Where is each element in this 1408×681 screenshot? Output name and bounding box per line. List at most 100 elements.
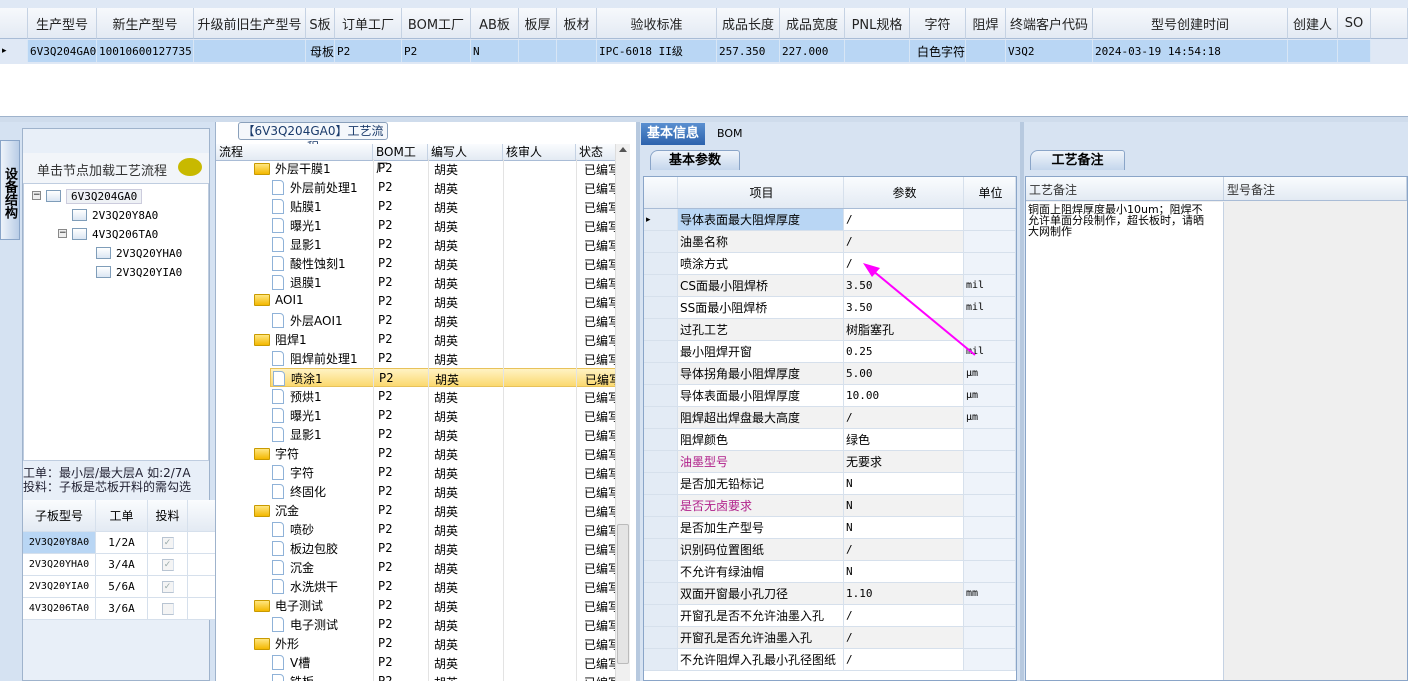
process-step-row[interactable]: −外层干膜1 P2 胡英 已编写: [216, 159, 616, 178]
column-header[interactable]: 状态: [576, 144, 616, 160]
feed-checkbox[interactable]: ✓: [161, 580, 174, 593]
column-header[interactable]: BOM工厂: [373, 144, 428, 175]
collapse-icon[interactable]: −: [58, 229, 67, 238]
sub-table-row[interactable]: 4V3Q206TA0 3/6A: [23, 598, 215, 620]
grid-cell[interactable]: 2024-03-19 14:54:18: [1093, 40, 1288, 62]
process-step-row[interactable]: 字符 P2 胡英 已编写: [216, 463, 616, 482]
feed-checkbox[interactable]: ✓: [161, 536, 174, 549]
grid-cell[interactable]: [519, 40, 557, 62]
column-header[interactable]: 新生产型号: [97, 8, 194, 39]
process-step-row[interactable]: 显影1 P2 胡英 已编写: [216, 235, 616, 254]
param-row[interactable]: 阻焊颜色 绿色: [644, 429, 1016, 451]
column-header[interactable]: 验收标准: [597, 8, 717, 39]
param-value[interactable]: /: [844, 649, 964, 670]
grid-cell[interactable]: IPC-6018 II级: [597, 40, 717, 62]
grid-corner[interactable]: [0, 8, 28, 39]
column-header[interactable]: 编写人: [428, 144, 503, 160]
process-step-row[interactable]: 阻焊前处理1 P2 胡英 已编写: [216, 349, 616, 368]
param-value[interactable]: /: [844, 539, 964, 560]
process-note-field[interactable]: [1026, 202, 1224, 680]
process-step-row[interactable]: −字符 P2 胡英 已编写: [216, 444, 616, 463]
grid-cell[interactable]: 257.350: [717, 40, 780, 62]
column-header[interactable]: 工单: [96, 500, 148, 531]
param-row[interactable]: ▸ 导体表面最大阻焊厚度 /: [644, 209, 1016, 231]
param-value[interactable]: 绿色: [844, 429, 964, 450]
feed-checkbox[interactable]: [161, 602, 174, 615]
process-step-row[interactable]: −外形 P2 胡英 已编写: [216, 634, 616, 653]
process-step-row[interactable]: −阻焊1 P2 胡英 已编写: [216, 330, 616, 349]
row-header[interactable]: ▸: [644, 209, 678, 230]
param-row[interactable]: 油墨名称 /: [644, 231, 1016, 253]
grid-cell[interactable]: [557, 40, 597, 62]
process-step-row[interactable]: 曝光1 P2 胡英 已编写: [216, 216, 616, 235]
column-header[interactable]: 投料: [148, 500, 188, 531]
column-header[interactable]: BOM工厂: [402, 8, 471, 39]
process-step-row[interactable]: 沉金 P2 胡英 已编写: [216, 558, 616, 577]
column-header[interactable]: 阻焊: [966, 8, 1006, 39]
grid-cell[interactable]: V3Q2: [1006, 40, 1093, 62]
column-header[interactable]: 项目: [678, 177, 844, 208]
param-row[interactable]: 是否无卤要求 N: [644, 495, 1016, 517]
tab-equipment-structure[interactable]: 设备结构: [0, 140, 20, 240]
process-step-row[interactable]: −AOI1 P2 胡英 已编写: [216, 292, 616, 311]
param-row[interactable]: 阻焊超出焊盘最大高度 / μm: [644, 407, 1016, 429]
sub-table-row[interactable]: 2V3Q20YHA0 3/4A ✓: [23, 554, 215, 576]
process-step-row[interactable]: 终固化 P2 胡英 已编写: [216, 482, 616, 501]
process-step-row[interactable]: 退膜1 P2 胡英 已编写: [216, 273, 616, 292]
column-header[interactable]: PNL规格: [845, 8, 910, 39]
tree-node[interactable]: − 4V3Q206TA0: [58, 225, 158, 243]
param-value[interactable]: /: [844, 231, 964, 252]
tree-node[interactable]: 2V3Q20YHA0: [96, 244, 182, 262]
column-header[interactable]: 终端客户代码: [1006, 8, 1093, 39]
param-value[interactable]: 无要求: [844, 451, 964, 472]
column-header[interactable]: 生产型号: [28, 8, 97, 39]
param-value[interactable]: 10.00: [844, 385, 964, 406]
grid-cell[interactable]: 227.000: [780, 40, 845, 62]
row-header[interactable]: [644, 539, 678, 560]
param-row[interactable]: 是否加无铅标记 N: [644, 473, 1016, 495]
param-row[interactable]: 导体表面最小阻焊厚度 10.00 μm: [644, 385, 1016, 407]
grid-cell[interactable]: [1338, 40, 1371, 62]
grid-cell[interactable]: [1288, 40, 1338, 62]
param-row[interactable]: 识别码位置图纸 /: [644, 539, 1016, 561]
param-value[interactable]: N: [844, 473, 964, 494]
column-header[interactable]: 板厚: [519, 8, 557, 39]
scrollbar-thumb[interactable]: [617, 524, 629, 664]
column-header[interactable]: 成品长度: [717, 8, 780, 39]
row-header[interactable]: [644, 561, 678, 582]
column-header[interactable]: 升级前旧生产型号: [194, 8, 306, 39]
grid-cell[interactable]: [966, 40, 1006, 62]
column-header[interactable]: 核审人: [503, 144, 576, 160]
scroll-up-icon[interactable]: [619, 147, 627, 152]
model-grid-row-selected[interactable]: ▸ 6V3Q204GA0 10010600127735 母板 P2 P2 N IPC-6018…: [0, 40, 1371, 62]
param-value[interactable]: 0.25: [844, 341, 964, 362]
collapse-icon[interactable]: −: [32, 191, 41, 200]
row-header[interactable]: [644, 297, 678, 318]
row-header[interactable]: [644, 451, 678, 472]
process-step-row[interactable]: 贴膜1 P2 胡英 已编写: [216, 197, 616, 216]
grid-cell[interactable]: 母板: [306, 40, 335, 62]
tab-process-notes[interactable]: 工艺备注: [1030, 150, 1125, 170]
column-header[interactable]: AB板: [471, 8, 519, 39]
process-step-row[interactable]: 水洗烘干 P2 胡英 已编写: [216, 577, 616, 596]
process-step-row[interactable]: −沉金 P2 胡英 已编写: [216, 501, 616, 520]
param-value[interactable]: 1.10: [844, 583, 964, 604]
grid-cell[interactable]: N: [471, 40, 519, 62]
param-row[interactable]: CS面最小阻焊桥 3.50 mil: [644, 275, 1016, 297]
row-indicator[interactable]: ▸: [0, 40, 28, 62]
row-header[interactable]: [644, 429, 678, 450]
row-header[interactable]: [644, 495, 678, 516]
row-header[interactable]: [644, 253, 678, 274]
row-header[interactable]: [644, 363, 678, 384]
row-header[interactable]: [644, 605, 678, 626]
tree-node[interactable]: 2V3Q20YIA0: [96, 263, 182, 281]
grid-corner[interactable]: [644, 177, 678, 208]
row-header[interactable]: [644, 407, 678, 428]
param-row[interactable]: 是否加生产型号 N: [644, 517, 1016, 539]
grid-cell[interactable]: P2: [335, 40, 402, 62]
tree-node[interactable]: − 6V3Q204GA0: [32, 187, 143, 205]
column-header[interactable]: 流程: [216, 144, 373, 160]
tree-node[interactable]: 2V3Q20Y8A0: [72, 206, 158, 224]
param-value[interactable]: /: [844, 209, 964, 230]
param-value[interactable]: /: [844, 407, 964, 428]
